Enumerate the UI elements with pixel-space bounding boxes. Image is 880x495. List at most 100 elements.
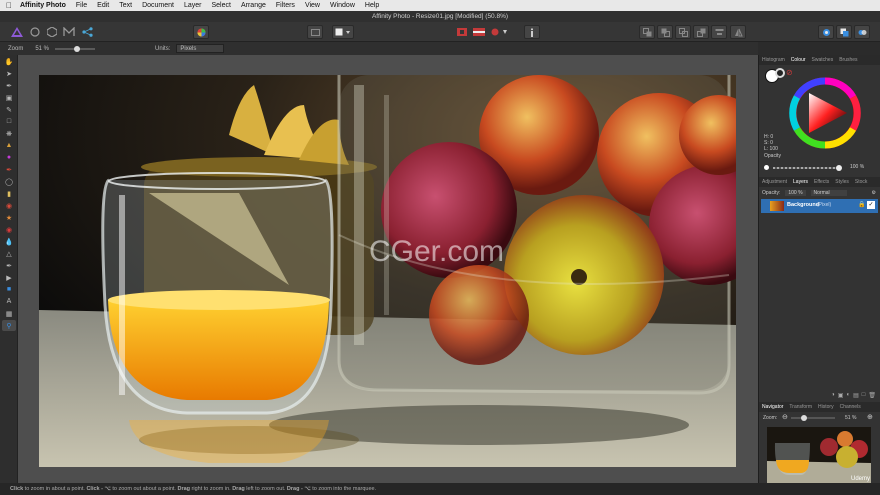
add-group-icon[interactable]: ▤ (853, 392, 859, 402)
assistant-icon[interactable] (836, 25, 852, 39)
blend-mode-select[interactable]: Normal (810, 189, 847, 196)
mesh-warp-tool-icon[interactable]: ▦ (2, 308, 16, 319)
rectangle-tool-icon[interactable]: ■ (2, 284, 16, 295)
menu-filters[interactable]: Filters (276, 2, 295, 9)
menu-select[interactable]: Select (212, 2, 231, 9)
menu-text[interactable]: Text (119, 2, 132, 9)
add-mask-icon[interactable]: ▣ (838, 392, 844, 402)
no-colour-icon[interactable]: ⊘ (786, 68, 793, 77)
flood-fill-tool-icon[interactable]: ▲ (2, 140, 16, 151)
add-adjustment-icon[interactable]: ◐ (846, 392, 850, 402)
tab-channels[interactable]: Channels (837, 404, 864, 410)
align-icon[interactable] (711, 25, 727, 39)
layer-visibility-checkbox[interactable]: ✓ (867, 201, 875, 209)
zoom-value[interactable]: 51 % (35, 46, 49, 52)
blur-tool-icon[interactable]: 💧 (2, 236, 16, 247)
export-persona-icon[interactable] (80, 25, 94, 39)
zoom-tool-icon[interactable]: ⚲ (2, 320, 16, 331)
colour-wheel[interactable] (789, 77, 861, 149)
units-select[interactable]: Pixels (176, 44, 225, 53)
studio-icon[interactable] (854, 25, 870, 39)
menu-document[interactable]: Document (142, 2, 174, 9)
tab-colour[interactable]: Colour (788, 57, 809, 63)
info-icon[interactable] (524, 25, 540, 39)
menu-arrange[interactable]: Arrange (241, 2, 266, 9)
tab-stock[interactable]: Stock (852, 179, 871, 185)
layer-fx-icon[interactable]: ◑ (831, 392, 835, 402)
arrange-forward-icon[interactable] (675, 25, 691, 39)
add-pixel-layer-icon[interactable]: □ (862, 392, 866, 402)
tab-transform[interactable]: Transform (786, 404, 815, 410)
view-hand-tool-icon[interactable]: ✋ (2, 56, 16, 67)
colour-opacity-knob[interactable] (836, 165, 842, 171)
colour-wheel-icon[interactable] (193, 25, 209, 39)
layer-settings-icon[interactable]: ⚙ (872, 190, 876, 196)
crop-tool-icon[interactable]: ▣ (2, 92, 16, 103)
mask-colour-dropdown-icon[interactable] (489, 25, 511, 39)
apple-icon[interactable]:  (6, 1, 12, 10)
tab-layers[interactable]: Layers (790, 179, 811, 185)
pen-tool-icon[interactable]: ✒ (2, 260, 16, 271)
selection-mode-icon[interactable] (307, 25, 323, 39)
navigator-zoom-slider[interactable] (791, 415, 835, 421)
arrange-front-icon[interactable] (693, 25, 709, 39)
arrange-backward-icon[interactable] (657, 25, 673, 39)
move-tool-icon[interactable]: ➤ (2, 68, 16, 79)
marquee-tool-icon[interactable]: □ (2, 116, 16, 127)
mask-red-icon[interactable] (455, 25, 469, 39)
menu-layer[interactable]: Layer (184, 2, 202, 9)
tab-effects[interactable]: Effects (811, 179, 832, 185)
dodge-tool-icon[interactable]: ◯ (2, 176, 16, 187)
zoom-in-icon[interactable]: ⊕ (867, 413, 873, 421)
zoom-slider-knob[interactable] (74, 45, 81, 52)
menu-window[interactable]: Window (330, 2, 355, 9)
menu-edit[interactable]: Edit (97, 2, 109, 9)
sharpen-tool-icon[interactable]: △ (2, 248, 16, 259)
inpainting-tool-icon[interactable]: ★ (2, 212, 16, 223)
tab-navigator[interactable]: Navigator (759, 404, 786, 410)
mask-stripes-icon[interactable] (471, 25, 487, 39)
menu-help[interactable]: Help (365, 2, 379, 9)
red-eye-tool-icon[interactable]: ◉ (2, 224, 16, 235)
menu-file[interactable]: File (76, 2, 87, 9)
colour-opacity-value[interactable]: 100 % (850, 164, 864, 170)
document-image[interactable]: CGer.com (39, 75, 736, 467)
canvas-area[interactable]: CGer.com (18, 55, 758, 483)
erase-tool-icon[interactable]: ▮ (2, 188, 16, 199)
clone-tool-icon[interactable]: ◉ (2, 200, 16, 211)
layer-opacity-value[interactable]: 100 % (785, 189, 806, 196)
text-tool-icon[interactable]: A (2, 296, 16, 307)
zoom-slider[interactable] (55, 45, 96, 52)
navigator-zoom-value[interactable]: 51 % (845, 415, 856, 421)
gradient-tool-icon[interactable]: ● (2, 152, 16, 163)
stroke-swatch[interactable] (775, 68, 785, 78)
quick-mask-icon[interactable] (332, 25, 354, 39)
menu-app-name[interactable]: Affinity Photo (20, 2, 66, 9)
flip-icon[interactable] (730, 25, 746, 39)
tab-brushes[interactable]: Brushes (836, 57, 860, 63)
layer-lock-icon[interactable]: 🔒 (858, 201, 865, 208)
selection-brush-tool-icon[interactable]: ✎ (2, 104, 16, 115)
arrange-back-icon[interactable] (639, 25, 655, 39)
navigator-zoom-knob[interactable] (801, 415, 808, 421)
tab-styles[interactable]: Styles (832, 179, 852, 185)
delete-layer-icon[interactable]: 🗑 (868, 392, 876, 402)
tab-adjustment[interactable]: Adjustment (759, 179, 790, 185)
layer-row-background[interactable]: Background (Pixel) 🔒 ✓ (761, 199, 878, 213)
liquify-persona-icon[interactable] (28, 25, 42, 39)
menu-view[interactable]: View (305, 2, 320, 9)
navigator-preview[interactable]: Udemy (767, 427, 871, 483)
colour-picker-tool-icon[interactable]: ✒ (2, 80, 16, 91)
zoom-out-icon[interactable]: ⊖ (782, 413, 788, 421)
tab-swatches[interactable]: Swatches (809, 57, 837, 63)
paint-brush-tool-icon[interactable]: ✒ (2, 164, 16, 175)
photo-persona-icon[interactable] (10, 25, 24, 39)
node-tool-icon[interactable]: ▶ (2, 272, 16, 283)
tone-mapping-persona-icon[interactable] (62, 25, 76, 39)
tab-history[interactable]: History (815, 404, 837, 410)
flood-select-tool-icon[interactable]: ❋ (2, 128, 16, 139)
tab-histogram[interactable]: Histogram (759, 57, 788, 63)
colour-opacity-slider[interactable] (773, 165, 842, 171)
snapping-icon[interactable] (818, 25, 834, 39)
develop-persona-icon[interactable] (45, 25, 59, 39)
